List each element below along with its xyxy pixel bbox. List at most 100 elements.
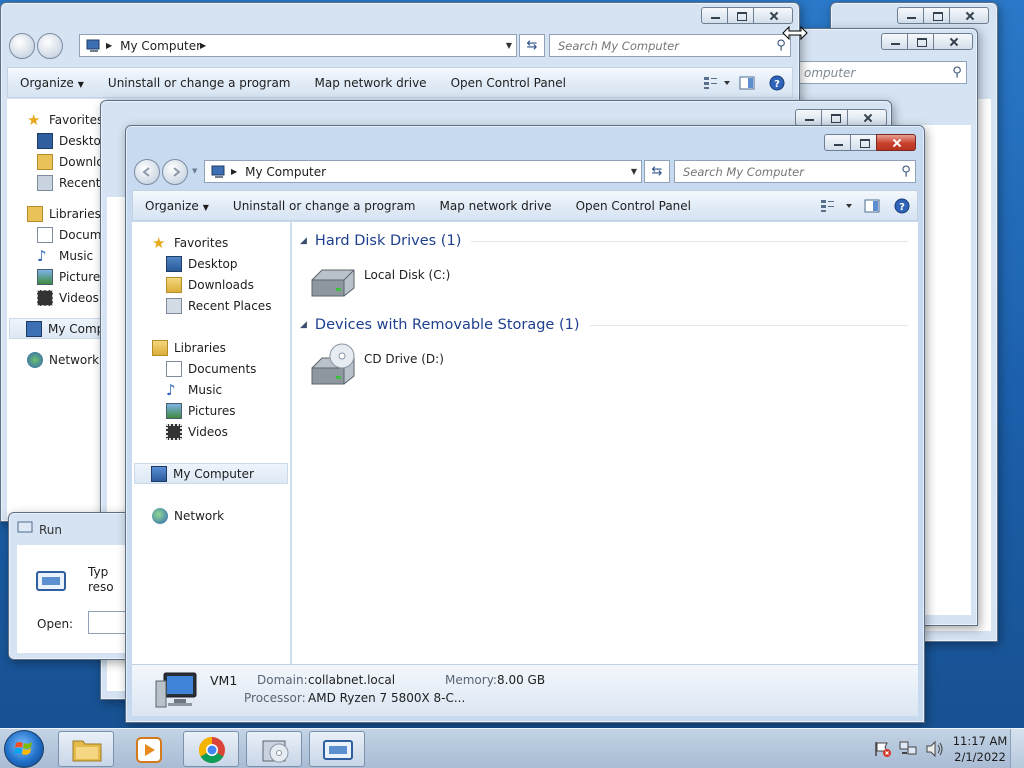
show-desktop-button[interactable] — [1010, 729, 1024, 768]
back-button[interactable] — [9, 33, 35, 59]
preview-pane-icon — [864, 199, 880, 212]
taskbar-media-player-button[interactable] — [120, 731, 176, 767]
address-bar[interactable]: ▶ My Computer ▼ — [204, 160, 642, 183]
preview-pane-button[interactable] — [857, 195, 887, 217]
view-options-button[interactable] — [702, 72, 732, 94]
taskbar-chrome-button[interactable] — [183, 731, 239, 767]
nav-libraries[interactable]: Libraries — [132, 337, 290, 358]
volume-icon[interactable] — [924, 740, 946, 758]
close-button[interactable] — [933, 33, 973, 50]
nav-desktop[interactable]: Desktop — [7, 130, 109, 151]
run-description-line1: Typ — [88, 565, 109, 579]
organize-button[interactable]: Organize ▼ — [133, 199, 221, 213]
search-input[interactable] — [558, 38, 772, 53]
nav-recent-places[interactable]: Recent P — [7, 172, 112, 193]
nav-libraries[interactable]: Libraries — [7, 203, 106, 224]
minimize-button[interactable] — [881, 33, 908, 50]
taskbar-explorer-button[interactable] — [58, 731, 114, 767]
help-button[interactable]: ? — [762, 72, 792, 94]
processor-label: Processor: — [244, 691, 306, 705]
address-dropdown-icon[interactable]: ▼ — [502, 41, 516, 50]
nav-downloads[interactable]: Downlo — [7, 151, 106, 172]
map-network-drive-button[interactable]: Map network drive — [303, 76, 439, 90]
uninstall-program-button[interactable]: Uninstall or change a program — [221, 199, 428, 213]
collapse-triangle-icon[interactable]: ◢ — [300, 236, 307, 246]
nav-pictures[interactable]: Pictures — [7, 266, 107, 287]
organize-button[interactable]: Organize ▼ — [8, 76, 96, 90]
nav-favorites[interactable]: ★ Favorites — [7, 109, 106, 130]
maximize-button[interactable] — [821, 109, 848, 126]
uninstall-program-button[interactable]: Uninstall or change a program — [96, 76, 303, 90]
nav-music[interactable]: ♪ Music — [7, 245, 106, 266]
desktop-icon — [37, 132, 53, 149]
nav-documents[interactable]: Docume — [7, 224, 109, 245]
minimize-button[interactable] — [824, 134, 851, 151]
search-box[interactable]: omputer ⚲ — [795, 61, 967, 84]
collapse-triangle-icon[interactable]: ◢ — [300, 320, 307, 330]
nav-favorites-label: Favorites — [174, 235, 229, 250]
maximize-button[interactable] — [850, 134, 877, 151]
close-button[interactable] — [876, 134, 916, 151]
nav-recent-places[interactable]: Recent Places — [132, 295, 290, 316]
minimize-button[interactable] — [795, 109, 822, 126]
search-box[interactable]: ⚲ — [549, 34, 791, 57]
nav-network[interactable]: Network — [7, 349, 106, 370]
help-icon: ? — [769, 75, 785, 90]
nav-my-computer[interactable]: My Computer — [134, 463, 288, 484]
forward-button[interactable] — [162, 159, 188, 185]
nav-documents[interactable]: Documents — [132, 358, 290, 379]
address-bar[interactable]: ▶ My Computer ▶ ▼ — [79, 34, 517, 57]
start-button[interactable] — [4, 730, 44, 768]
nav-music[interactable]: ♪ Music — [132, 379, 290, 400]
breadcrumb-arrow-icon[interactable]: ▶ — [106, 41, 112, 50]
explorer-window-active[interactable]: ▼ ▶ My Computer ▼ ⇆ ⚲ Organize▼ Uninstal… — [125, 125, 925, 723]
nav-videos[interactable]: Videos — [7, 287, 106, 308]
taskbar-disc-app-button[interactable] — [246, 731, 302, 767]
navigation-bar: ▼ ▶ My Computer ▼ ⇆ ⚲ — [132, 157, 918, 187]
music-note-icon: ♪ — [37, 246, 47, 265]
nav-network[interactable]: Network — [132, 505, 290, 526]
nav-videos[interactable]: Videos — [132, 421, 290, 442]
nav-my-computer[interactable]: My Comp — [9, 318, 104, 339]
open-control-panel-button[interactable]: Open Control Panel — [439, 76, 578, 90]
preview-pane-button[interactable] — [732, 72, 762, 94]
view-options-button[interactable] — [817, 195, 857, 217]
address-dropdown-icon[interactable]: ▼ — [627, 167, 641, 176]
clock[interactable]: 11:17 AM 2/1/2022 — [950, 733, 1010, 765]
network-icon[interactable] — [898, 740, 920, 758]
forward-button[interactable] — [37, 33, 63, 59]
maximize-button[interactable] — [727, 7, 754, 24]
refresh-button[interactable]: ⇆ — [519, 34, 545, 57]
caption-buttons — [824, 134, 916, 151]
maximize-button[interactable] — [907, 33, 934, 50]
close-button[interactable] — [949, 7, 989, 24]
map-network-drive-button[interactable]: Map network drive — [428, 199, 564, 213]
recent-pages-dropdown-icon[interactable]: ▼ — [192, 167, 197, 175]
close-button[interactable] — [753, 7, 793, 24]
close-button[interactable] — [847, 109, 887, 126]
search-box[interactable]: ⚲ — [674, 160, 916, 183]
command-bar: Organize ▼ Uninstall or change a program … — [7, 67, 793, 98]
open-control-panel-button[interactable]: Open Control Panel — [564, 199, 703, 213]
action-center-flag-icon[interactable] — [872, 740, 894, 758]
help-button[interactable]: ? — [887, 195, 917, 217]
minimize-button[interactable] — [701, 7, 728, 24]
nav-desktop[interactable]: Desktop — [132, 253, 290, 274]
refresh-button[interactable]: ⇆ — [644, 160, 670, 183]
search-input[interactable] — [683, 164, 897, 179]
drive-cd[interactable]: CD Drive (D:) — [292, 336, 918, 396]
nav-pictures[interactable]: Pictures — [132, 400, 290, 421]
maximize-button[interactable] — [923, 7, 950, 24]
group-removable-storage[interactable]: ◢ Devices with Removable Storage (1) — [300, 314, 918, 336]
taskbar-run-button[interactable] — [309, 731, 365, 767]
nav-downloads[interactable]: Downloads — [132, 274, 290, 295]
breadcrumb-arrow-icon[interactable]: ▶ — [200, 41, 206, 50]
caption-buttons — [897, 7, 989, 24]
title-bar[interactable] — [126, 126, 924, 154]
nav-favorites[interactable]: ★ Favorites — [132, 232, 290, 253]
breadcrumb-arrow-icon[interactable]: ▶ — [231, 167, 237, 176]
minimize-button[interactable] — [897, 7, 924, 24]
group-hard-disk-drives[interactable]: ◢ Hard Disk Drives (1) — [300, 230, 918, 252]
drive-local-disk[interactable]: Local Disk (C:) — [292, 252, 918, 312]
back-button[interactable] — [134, 159, 160, 185]
